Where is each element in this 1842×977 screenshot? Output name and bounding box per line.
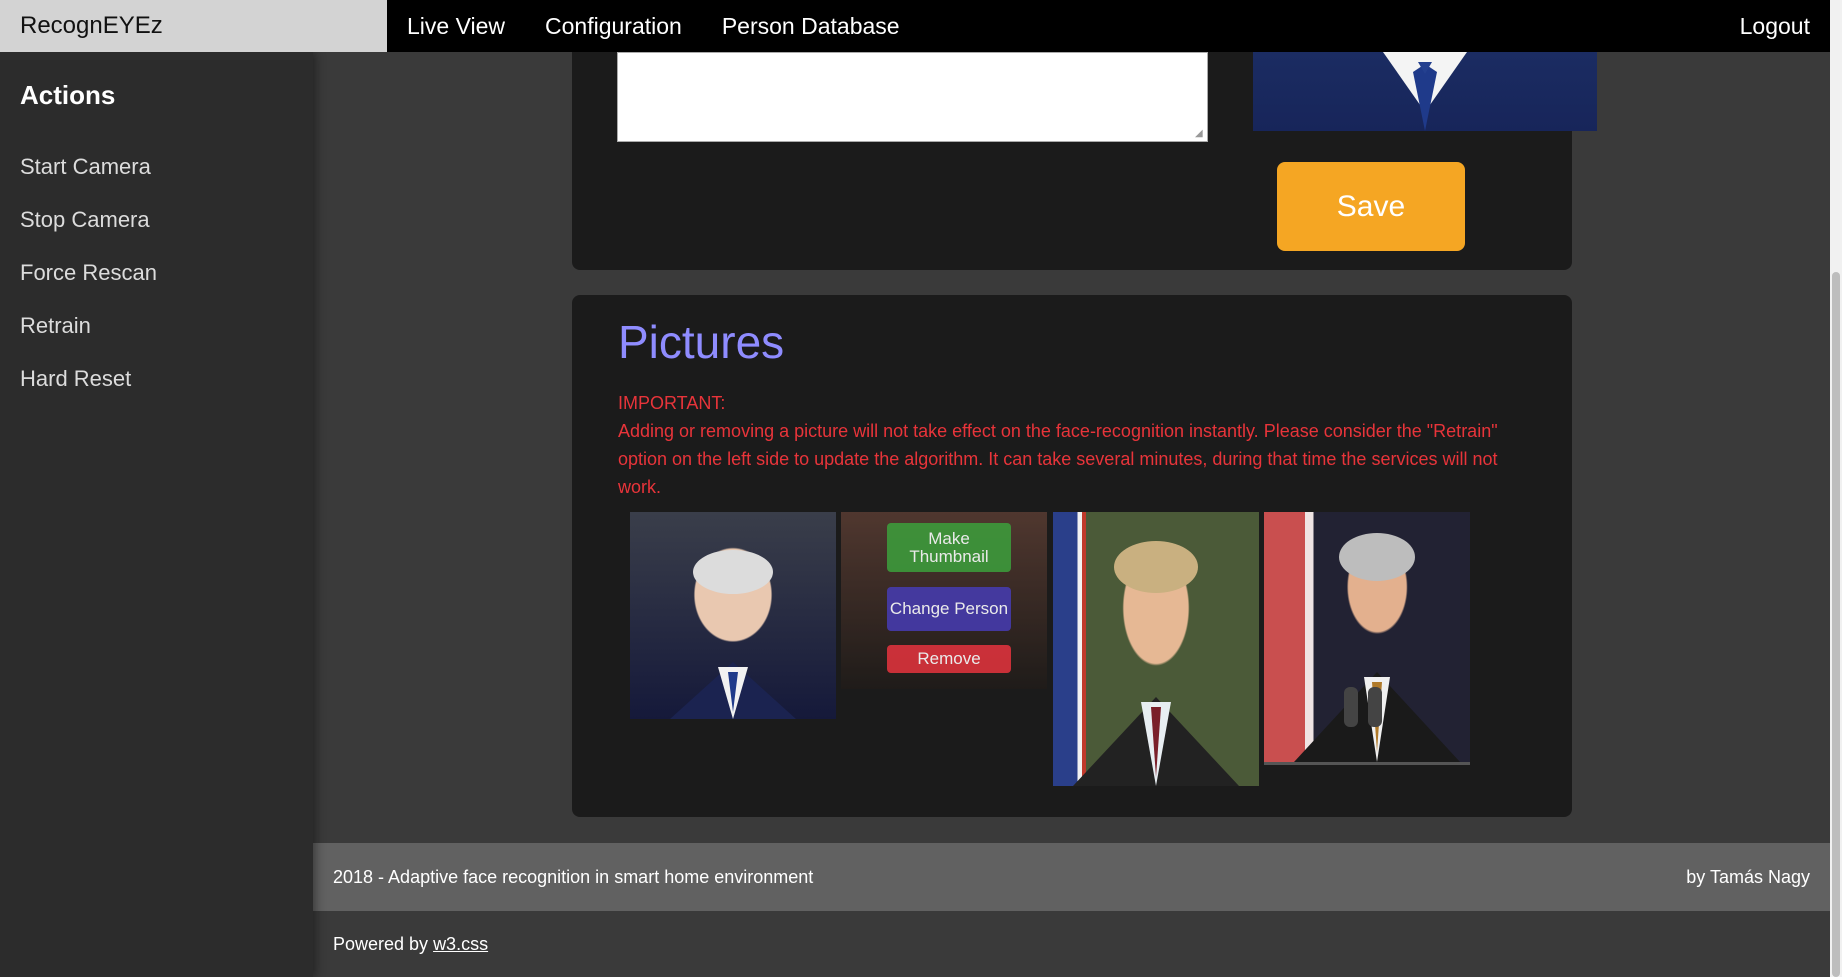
person-details-card: ◢ Save	[572, 52, 1597, 270]
person-photo-hovered[interactable]: Make Thumbnail Change Person Remove	[841, 512, 1047, 689]
important-text: Adding or removing a picture will not ta…	[618, 421, 1498, 497]
portrait-suit-icon	[670, 550, 796, 719]
important-notice: IMPORTANT: Adding or removing a picture …	[618, 389, 1518, 501]
powered-by: Powered by w3.css	[333, 934, 488, 955]
nav-person-database[interactable]: Person Database	[702, 0, 920, 52]
powered-by-prefix: Powered by	[333, 934, 434, 954]
logout-link[interactable]: Logout	[1720, 0, 1830, 52]
sidebar-item-start-camera[interactable]: Start Camera	[0, 140, 313, 193]
person-photo[interactable]	[1053, 512, 1259, 786]
person-photo[interactable]	[1264, 512, 1470, 765]
sidebar: Actions Start Camera Stop Camera Force R…	[0, 52, 313, 977]
pictures-title: Pictures	[618, 316, 785, 368]
top-navbar: RecognEYEz Live View Configuration Perso…	[0, 0, 1830, 52]
portrait-suit-icon	[1073, 541, 1239, 786]
footer: 2018 - Adaptive face recognition in smar…	[313, 843, 1830, 911]
remove-picture-button[interactable]: Remove	[887, 645, 1011, 673]
resize-grip-icon[interactable]: ◢	[1195, 129, 1205, 139]
sidebar-item-force-rescan[interactable]: Force Rescan	[0, 246, 313, 299]
person-photo[interactable]	[630, 512, 836, 719]
sidebar-item-retrain[interactable]: Retrain	[0, 299, 313, 352]
pictures-card: Pictures IMPORTANT: Adding or removing a…	[572, 295, 1572, 817]
page-scrollbar[interactable]	[1830, 0, 1842, 977]
nav-live-view[interactable]: Live View	[387, 0, 525, 52]
important-label: IMPORTANT:	[618, 393, 726, 413]
scrollbar-thumb[interactable]	[1832, 272, 1840, 977]
save-button[interactable]: Save	[1277, 162, 1465, 251]
thumbnail-suit-icon	[1383, 52, 1467, 131]
portrait-podium-icon	[1294, 533, 1460, 762]
description-textarea[interactable]: ◢	[617, 52, 1208, 142]
footer-author: by Tamás Nagy	[1686, 866, 1810, 887]
app-brand[interactable]: RecognEYEz	[0, 0, 387, 52]
sidebar-item-hard-reset[interactable]: Hard Reset	[0, 352, 313, 405]
sidebar-title: Actions	[20, 80, 116, 110]
nav-configuration[interactable]: Configuration	[525, 0, 702, 52]
change-person-button[interactable]: Change Person	[887, 587, 1011, 631]
make-thumbnail-button[interactable]: Make Thumbnail	[887, 523, 1011, 572]
w3css-link[interactable]: w3.css	[433, 934, 488, 954]
sidebar-item-stop-camera[interactable]: Stop Camera	[0, 193, 313, 246]
person-thumbnail	[1253, 52, 1597, 131]
footer-description: 2018 - Adaptive face recognition in smar…	[333, 866, 814, 887]
